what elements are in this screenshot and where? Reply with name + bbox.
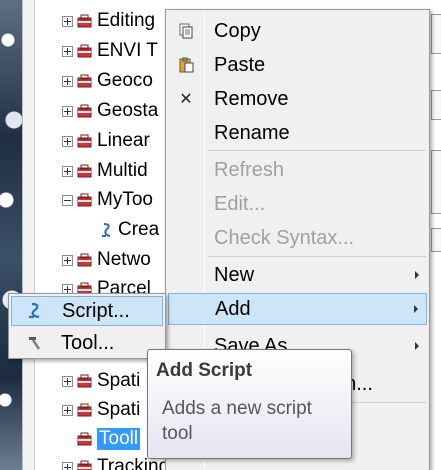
expand-icon[interactable]: [62, 165, 73, 177]
tooltip-add-script: Add Script Adds a new script tool: [147, 349, 352, 459]
expand-icon[interactable]: [62, 254, 73, 266]
toolbox-icon: [77, 14, 92, 28]
tree-item-label: Netwo: [97, 249, 151, 270]
expand-icon[interactable]: [62, 135, 73, 147]
tree-item-editing[interactable]: Editing: [56, 6, 155, 36]
menu-item-remove[interactable]: ✕ Remove: [168, 83, 427, 115]
toolbox-icon: [77, 44, 92, 58]
menu-item-check-syntax: Check Syntax...: [168, 222, 427, 254]
collapse-icon[interactable]: [62, 194, 73, 206]
menu-item-label: Remove: [214, 87, 289, 110]
toolbox-icon: [77, 134, 92, 148]
menu-item-edit: Edit...: [168, 188, 427, 220]
menu-separator: [208, 150, 426, 151]
menu-item-label: Check Syntax...: [214, 226, 355, 249]
hammer-icon: [29, 337, 40, 350]
menu-item-label: New: [214, 263, 255, 286]
tree-item-mytools[interactable]: MyToo: [56, 185, 153, 215]
menu-item-new[interactable]: New: [168, 259, 427, 291]
toolbox-icon: [77, 253, 92, 267]
expand-icon[interactable]: [62, 75, 73, 87]
tree-item-envi-tools[interactable]: ENVI T: [56, 36, 158, 66]
tree-item-toolbox-selected[interactable]: Tooll: [77, 424, 141, 454]
menu-item-add[interactable]: Add: [168, 293, 427, 325]
tree-item-label: Linear: [97, 130, 150, 151]
submenu-item-tool[interactable]: Tool...: [11, 328, 163, 358]
remove-icon: ✕: [179, 91, 193, 108]
submenu-arrow-icon: [415, 271, 419, 279]
tree-indent-gutter: [34, 0, 56, 470]
script-icon: [102, 222, 111, 237]
tree-item-label: Crea: [118, 219, 160, 240]
tree-item-label: Spati: [97, 370, 141, 391]
toolbox-icon: [77, 104, 92, 118]
tree-item-create-script[interactable]: Crea: [100, 215, 159, 245]
tree-item-label: Spati: [97, 399, 141, 420]
toolbox-icon: [77, 432, 92, 446]
tree-item-label: MyToo: [97, 189, 153, 210]
tree-item-spatial-1[interactable]: Spati: [56, 366, 140, 396]
expand-icon[interactable]: [62, 461, 73, 470]
submenu-item-label: Script...: [62, 299, 130, 322]
menu-item-label: Copy: [214, 19, 261, 42]
tree-item-geostatistical[interactable]: Geosta: [56, 96, 158, 126]
copy-icon: [178, 23, 194, 39]
tree-item-label: Editing: [97, 10, 156, 31]
script-icon: [29, 302, 40, 319]
expand-icon[interactable]: [62, 105, 73, 117]
toolbox-icon: [77, 403, 92, 417]
menu-item-copy[interactable]: Copy: [168, 15, 427, 47]
toolbox-icon: [77, 74, 92, 88]
menu-item-label: Paste: [214, 53, 266, 76]
menu-item-label: Edit...: [214, 192, 266, 215]
panel-splitter[interactable]: [22, 0, 34, 470]
toolbox-icon: [77, 460, 92, 470]
toolbox-icon: [77, 164, 92, 178]
tooltip-description: Adds a new script tool: [162, 398, 312, 444]
tree-item-label: ENVI T: [97, 40, 158, 61]
paste-icon: [178, 57, 194, 73]
tooltip-title: Add Script: [156, 360, 253, 381]
expand-icon[interactable]: [62, 404, 73, 416]
submenu-arrow-icon: [415, 342, 419, 350]
submenu-item-script[interactable]: Script...: [11, 296, 163, 326]
submenu-arrow-icon: [414, 305, 418, 313]
tree-item-label: Tooll: [97, 428, 141, 450]
tree-item-network[interactable]: Netwo: [56, 245, 151, 275]
expand-icon[interactable]: [62, 45, 73, 57]
submenu-item-label: Tool...: [61, 331, 115, 354]
map-canvas-edge: [0, 0, 22, 470]
tree-item-geocoding[interactable]: Geoco: [56, 66, 153, 96]
add-submenu: Script... Tool...: [8, 293, 166, 359]
menu-item-label: Rename: [214, 121, 290, 144]
tree-item-label: Multid: [97, 160, 148, 181]
menu-item-paste[interactable]: Paste: [168, 49, 427, 81]
toolbox-icon: [77, 193, 92, 207]
menu-item-label: Refresh: [214, 158, 285, 181]
tree-item-spatial-2[interactable]: Spati: [56, 395, 140, 425]
tree-item-label: Geoco: [97, 70, 153, 91]
tree-item-linear[interactable]: Linear: [56, 126, 150, 156]
menu-item-label: Add: [215, 297, 251, 320]
tree-item-multidimension[interactable]: Multid: [56, 156, 148, 186]
menu-separator: [208, 256, 426, 257]
expand-icon[interactable]: [62, 15, 73, 27]
tree-item-label: Geosta: [97, 100, 159, 121]
menu-item-rename[interactable]: Rename: [168, 117, 427, 149]
menu-item-refresh: Refresh: [168, 154, 427, 186]
toolbox-icon: [77, 374, 92, 388]
expand-icon[interactable]: [62, 375, 73, 387]
